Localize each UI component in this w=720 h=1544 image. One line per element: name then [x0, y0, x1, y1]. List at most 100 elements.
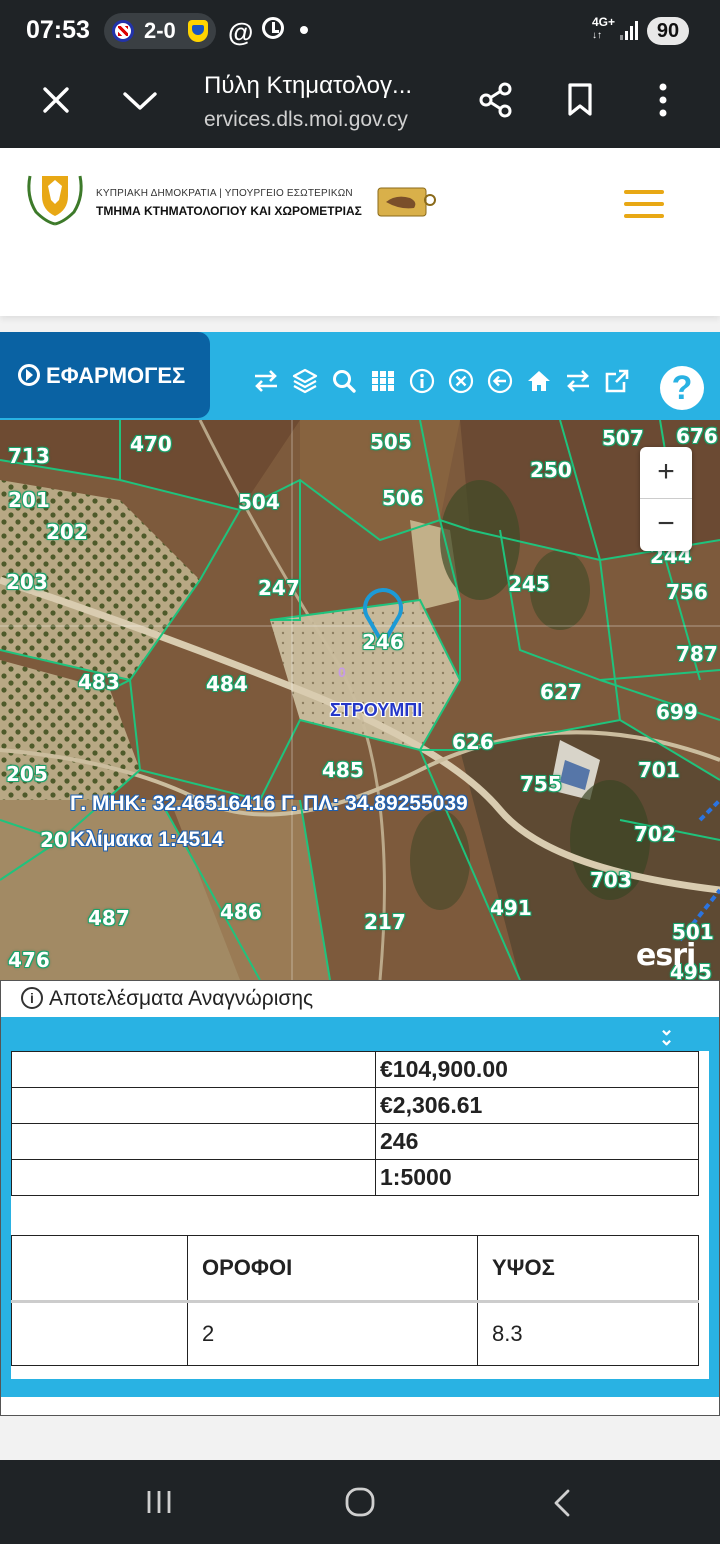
parcel-info-table: €104,900.00 €2,306.61 246 1:5000 — [11, 1051, 699, 1196]
parcel-label: 626 — [452, 730, 494, 754]
signal-icon — [620, 20, 640, 40]
chevron-down-icon[interactable] — [122, 90, 158, 112]
results-title: Αποτελέσματα Αναγνώρισης — [49, 987, 314, 1010]
status-time: 07:53 — [26, 16, 90, 44]
score-text: 2-0 — [144, 18, 176, 43]
results-scroll-area[interactable]: €104,900.00 €2,306.61 246 1:5000 ΟΡΟΦΟΙ … — [1, 1051, 719, 1397]
parcel-label: 627 — [540, 680, 582, 704]
network-indicator: 4G+ ↓↑ — [592, 15, 616, 41]
parcel-label: 755 — [520, 772, 562, 796]
cyprus-emblem-logo — [27, 175, 83, 226]
applications-label: ΕΦΑΡΜΟΓΕΣ — [46, 363, 186, 388]
more-notifications-icon — [300, 26, 308, 34]
app-notification-icon: @ — [228, 17, 254, 47]
org-department: ΤΜΗΜΑ ΚΤΗΜΑΤΟΛΟΓΙΟΥ ΚΑΙ ΧΩΡΟΜΕΤΡΙΑΣ — [96, 204, 362, 218]
table-row: 1:5000 — [11, 1159, 699, 1196]
results-toolbar: ⌄ ⌄ — [1, 1017, 719, 1051]
battery-indicator: 90 — [647, 17, 689, 45]
share-icon[interactable] — [478, 82, 514, 118]
applications-button[interactable]: ΕΦΑΡΜΟΓΕΣ — [0, 332, 210, 418]
parcel-label: 486 — [220, 900, 262, 924]
table-cell: 2 — [187, 1301, 478, 1366]
team-crest-icon — [188, 20, 208, 42]
swap-icon[interactable] — [253, 368, 279, 394]
clear-icon[interactable] — [448, 368, 474, 394]
close-icon[interactable] — [42, 86, 70, 114]
table-row: €2,306.61 — [11, 1087, 699, 1124]
stamp-logo — [377, 187, 436, 217]
parcel-label: 699 — [656, 700, 698, 724]
esri-attribution-logo: esri — [636, 938, 696, 973]
zoom-in-button[interactable]: + — [640, 447, 692, 499]
table-header: ΟΡΟΦΟΙ — [187, 1235, 478, 1303]
map-view[interactable]: 713 470 505 507 676 201 504 506 250 202 … — [0, 420, 720, 980]
building-info-table: ΟΡΟΦΟΙ ΥΨΟΣ 2 8.3 — [11, 1235, 699, 1366]
parcel-label: 202 — [46, 520, 88, 544]
parcel-label: 713 — [8, 444, 50, 468]
external-link-icon[interactable] — [604, 368, 630, 394]
table-cell-key — [11, 1159, 376, 1196]
site-header: ΚΥΠΡΙΑΚΗ ΔΗΜΟΚΡΑΤΙΑ | ΥΠΟΥΡΓΕΙΟ ΕΣΩΤΕΡΙΚ… — [0, 148, 720, 316]
arrow-circle-icon — [18, 364, 40, 386]
zoom-control: + − — [640, 447, 692, 551]
system-nav-bar — [0, 1460, 720, 1544]
parcel-label: 701 — [638, 758, 680, 782]
search-icon[interactable] — [331, 368, 357, 394]
parcel-label: 484 — [206, 672, 248, 696]
table-cell — [11, 1301, 188, 1366]
parcel-label: 487 — [88, 906, 130, 930]
table-header: ΥΨΟΣ — [477, 1235, 699, 1303]
parcel-label: 505 — [370, 430, 412, 454]
score-notification: 2-0 — [104, 13, 216, 49]
marker-sublabel: 0 — [338, 664, 346, 680]
home-button-icon[interactable] — [344, 1486, 376, 1518]
help-button[interactable]: ? — [660, 366, 704, 410]
parcel-label: 703 — [590, 868, 632, 892]
hamburger-menu-icon[interactable] — [624, 190, 664, 220]
swap-icon[interactable] — [565, 368, 591, 394]
page-title: Πύλη Κτηματολογ... — [204, 72, 413, 99]
alarm-icon — [262, 17, 284, 39]
back-icon[interactable] — [487, 368, 513, 394]
parcel-label: 250 — [530, 458, 572, 482]
double-chevron-down-icon[interactable]: ⌄ ⌄ — [659, 1020, 674, 1048]
network-label: 4G+ — [592, 15, 616, 29]
layers-icon[interactable] — [292, 368, 318, 394]
recent-apps-icon[interactable] — [144, 1488, 174, 1516]
parcel-label: 504 — [238, 490, 280, 514]
bookmark-icon[interactable] — [566, 82, 594, 118]
table-header-row: ΟΡΟΦΟΙ ΥΨΟΣ — [11, 1235, 699, 1303]
zoom-out-button[interactable]: − — [640, 499, 692, 551]
parcel-label: 676 — [676, 424, 718, 448]
table-cell: 8.3 — [477, 1301, 699, 1366]
parcel-label: 507 — [602, 426, 644, 450]
back-button-icon[interactable] — [552, 1488, 572, 1518]
table-cell-key — [11, 1087, 376, 1124]
grid-icon[interactable] — [370, 368, 396, 394]
map-toolbar: ΕΦΑΡΜΟΓΕΣ ? — [0, 332, 720, 420]
parcel-label: 491 — [490, 896, 532, 920]
coordinates-readout: Γ. ΜΗΚ: 32.46516416 Γ. ΠΛ: 34.89255039 — [70, 792, 468, 815]
table-cell-key — [11, 1123, 376, 1160]
identify-results-panel: i Αποτελέσματα Αναγνώρισης ⌄ ⌄ €104,900.0… — [0, 980, 720, 1416]
browser-toolbar: Πύλη Κτηματολογ... ervices.dls.moi.gov.c… — [0, 64, 720, 148]
info-icon[interactable] — [409, 368, 435, 394]
parcel-label: 205 — [6, 762, 48, 786]
village-label: ΣΤΡΟΥΜΠΙ — [330, 700, 423, 720]
parcel-label: 756 — [666, 580, 708, 604]
parcel-label: 787 — [676, 642, 718, 666]
parcel-label: 483 — [78, 670, 120, 694]
scale-readout: Κλίμακα 1:4514 — [70, 828, 224, 851]
table-cell-value: €2,306.61 — [375, 1087, 699, 1124]
parcel-label: 246 — [362, 630, 404, 654]
results-header: i Αποτελέσματα Αναγνώρισης — [1, 981, 719, 1017]
parcel-label: 476 — [8, 948, 50, 972]
more-options-icon[interactable] — [656, 82, 670, 118]
table-cell-key — [11, 1051, 376, 1088]
org-ministry: ΚΥΠΡΙΑΚΗ ΔΗΜΟΚΡΑΤΙΑ | ΥΠΟΥΡΓΕΙΟ ΕΣΩΤΕΡΙΚ… — [96, 188, 353, 199]
parcel-label: 702 — [634, 822, 676, 846]
table-row: 246 — [11, 1123, 699, 1160]
home-icon[interactable] — [526, 368, 552, 394]
table-cell-value: 246 — [375, 1123, 699, 1160]
url-text[interactable]: ervices.dls.moi.gov.cy — [204, 108, 408, 132]
